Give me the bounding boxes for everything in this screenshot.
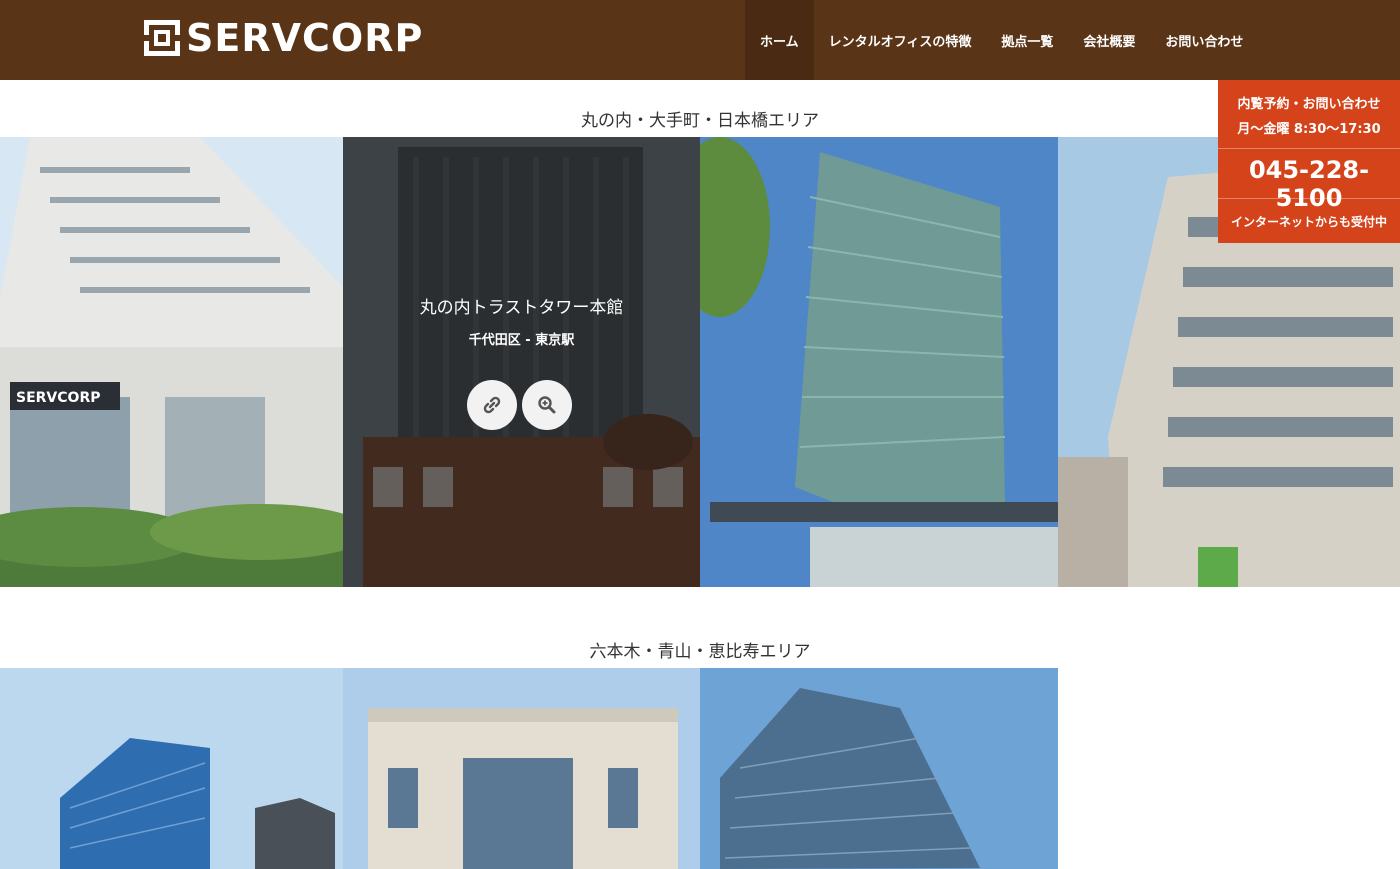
- brand-name: SERVCORP: [186, 16, 424, 60]
- building-tile-3[interactable]: [700, 137, 1058, 587]
- link-icon: [483, 396, 501, 414]
- building-tile-6[interactable]: [343, 668, 700, 869]
- building-tile-5[interactable]: [0, 668, 343, 869]
- nav-company[interactable]: 会社概要: [1068, 0, 1150, 80]
- building-photo-3: [700, 137, 1058, 587]
- building-photo-7: [700, 668, 1058, 869]
- featured-building-name: 丸の内トラストタワー本館: [419, 298, 624, 318]
- building-tile-7[interactable]: [700, 668, 1058, 869]
- contact-phone[interactable]: 045-228-5100: [1218, 156, 1400, 212]
- svg-text:SERVCORP: SERVCORP: [16, 390, 100, 406]
- building-photo-6: [343, 668, 700, 869]
- nav-contact[interactable]: お問い合わせ: [1150, 0, 1258, 80]
- area-title-marunouchi: 丸の内・大手町・日本橋エリア: [581, 111, 819, 131]
- tile-hover-overlay: [343, 137, 700, 587]
- building-tile-2-featured[interactable]: 丸の内トラストタワー本館 千代田区 - 東京駅: [343, 137, 700, 587]
- contact-heading: 内覧予約・お問い合わせ: [1237, 97, 1381, 112]
- nav-locations[interactable]: 拠点一覧: [986, 0, 1068, 80]
- area-title-roppongi: 六本木・青山・恵比寿エリア: [589, 642, 811, 662]
- building-photo-1: SERVCORP: [0, 137, 343, 587]
- building-photo-5: [0, 668, 343, 869]
- contact-note: インターネットからも受付中: [1230, 215, 1387, 229]
- logo-mark-icon: [144, 20, 180, 56]
- contact-divider: [1218, 198, 1400, 199]
- main-nav: ホーム レンタルオフィスの特徴 拠点一覧 会社概要 お問い合わせ: [745, 0, 1258, 80]
- link-button[interactable]: [467, 380, 517, 430]
- contact-divider: [1218, 148, 1400, 149]
- zoom-button[interactable]: [522, 380, 572, 430]
- servcorp-logo[interactable]: SERVCORP: [144, 18, 423, 58]
- contact-box[interactable]: 内覧予約・お問い合わせ 月〜金曜 8:30〜17:30 045-228-5100…: [1218, 80, 1400, 243]
- top-navbar: SERVCORP ホーム レンタルオフィスの特徴 拠点一覧 会社概要 お問い合わ…: [0, 0, 1400, 80]
- featured-building-location: 千代田区 - 東京駅: [468, 333, 575, 348]
- building-tile-1[interactable]: SERVCORP: [0, 137, 343, 587]
- nav-features[interactable]: レンタルオフィスの特徴: [814, 0, 987, 80]
- nav-home[interactable]: ホーム: [745, 0, 814, 80]
- zoom-in-icon: [538, 396, 556, 414]
- contact-hours: 月〜金曜 8:30〜17:30: [1237, 122, 1381, 137]
